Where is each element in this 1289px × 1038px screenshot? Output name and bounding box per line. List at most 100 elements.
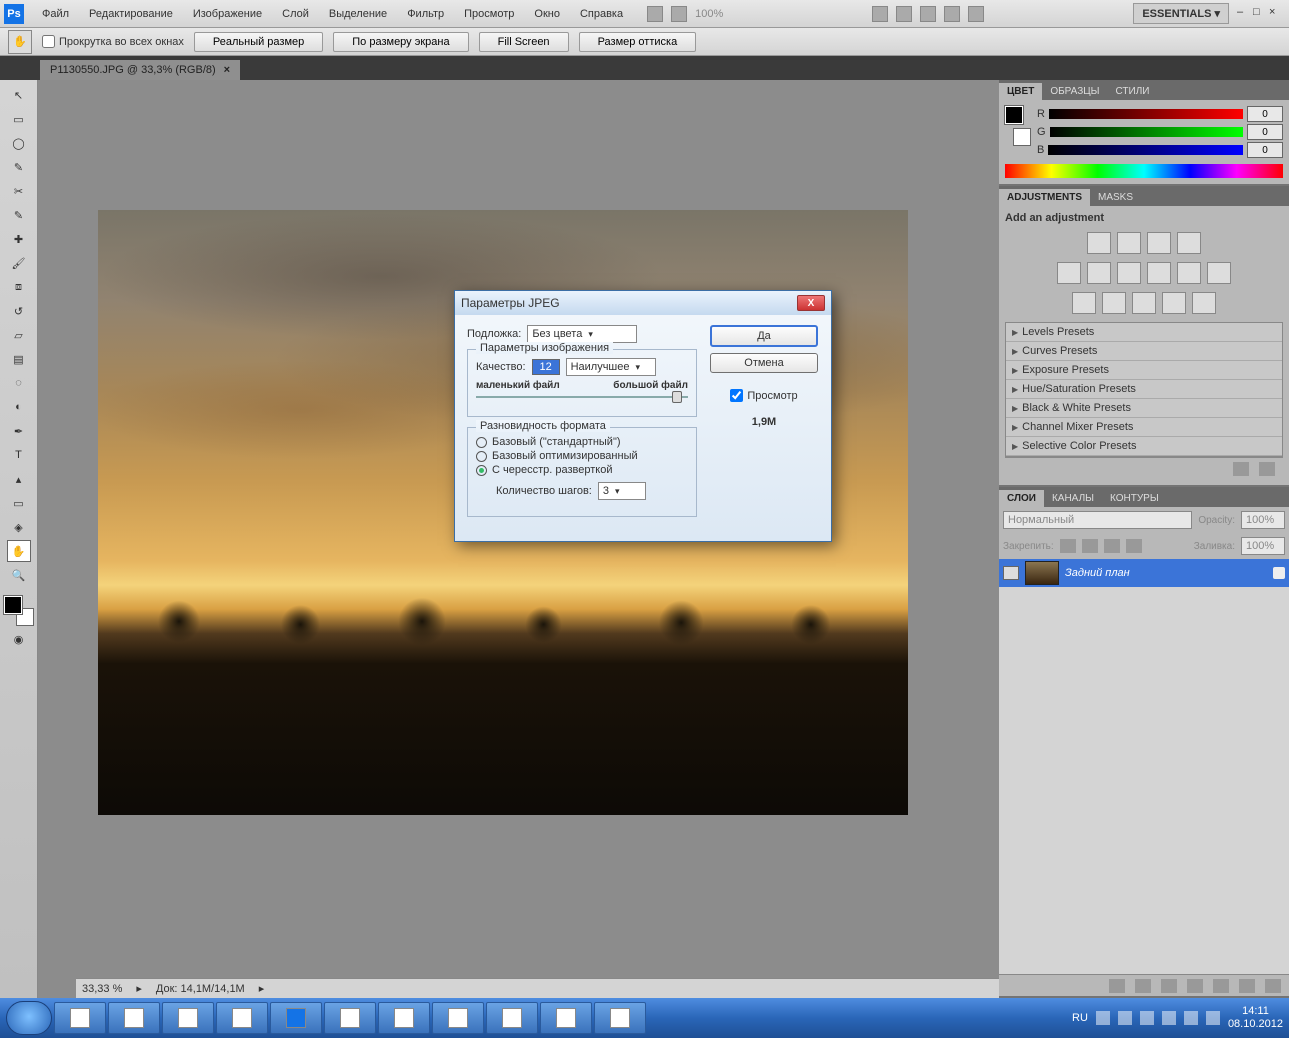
r-slider[interactable] bbox=[1049, 109, 1243, 119]
menu-edit[interactable]: Редактирование bbox=[79, 4, 183, 24]
vibrance-icon[interactable] bbox=[1057, 262, 1081, 284]
lock-pixels-icon[interactable] bbox=[1082, 539, 1098, 553]
g-slider[interactable] bbox=[1050, 127, 1243, 137]
layers-empty-area[interactable] bbox=[999, 587, 1289, 974]
levels-icon[interactable] bbox=[1117, 232, 1141, 254]
tray-volume-icon[interactable] bbox=[1206, 1011, 1220, 1025]
eraser-tool[interactable]: ▱ bbox=[7, 324, 31, 346]
brush-tool[interactable]: 🖌 bbox=[7, 252, 31, 274]
layer-thumbnail[interactable] bbox=[1025, 561, 1059, 585]
layer-name[interactable]: Задний план bbox=[1065, 567, 1130, 579]
adj-return-icon[interactable] bbox=[1233, 462, 1249, 476]
rotate-view-icon[interactable] bbox=[920, 6, 936, 22]
quality-slider[interactable]: маленький файл большой файл bbox=[476, 382, 688, 406]
fill-input[interactable]: 100% bbox=[1241, 537, 1285, 555]
language-indicator[interactable]: RU bbox=[1072, 1012, 1088, 1024]
curves-icon[interactable] bbox=[1147, 232, 1171, 254]
status-zoom[interactable]: 33,33 % bbox=[82, 983, 122, 995]
taskbar-app1[interactable] bbox=[216, 1002, 268, 1034]
tray-network-icon[interactable] bbox=[1118, 1011, 1132, 1025]
quality-preset-select[interactable]: Наилучшее bbox=[566, 358, 656, 376]
eyedropper-tool[interactable]: ✎ bbox=[7, 204, 31, 226]
crop-tool[interactable]: ✂ bbox=[7, 180, 31, 202]
channelmixer-icon[interactable] bbox=[1207, 262, 1231, 284]
shape-tool[interactable]: ▭ bbox=[7, 492, 31, 514]
actual-size-button[interactable]: Реальный размер bbox=[194, 32, 323, 52]
dialog-close-button[interactable]: X bbox=[797, 295, 825, 311]
lasso-tool[interactable]: ◯ bbox=[7, 132, 31, 154]
tab-swatches[interactable]: ОБРАЗЦЫ bbox=[1042, 83, 1107, 100]
tray-help-icon[interactable] bbox=[1096, 1011, 1110, 1025]
lock-all-icon[interactable] bbox=[1126, 539, 1142, 553]
quality-input[interactable] bbox=[532, 359, 560, 375]
matte-select[interactable]: Без цвета bbox=[527, 325, 637, 343]
ok-button[interactable]: Да bbox=[710, 325, 818, 347]
delete-layer-icon[interactable] bbox=[1265, 979, 1281, 993]
fit-screen-button[interactable]: По размеру экрана bbox=[333, 32, 468, 52]
start-button[interactable] bbox=[6, 1001, 52, 1035]
photofilter-icon[interactable] bbox=[1177, 262, 1201, 284]
foreground-color[interactable] bbox=[4, 596, 22, 614]
adj-trash-icon[interactable] bbox=[1259, 462, 1275, 476]
link-layers-icon[interactable] bbox=[1109, 979, 1125, 993]
invert-icon[interactable] bbox=[1072, 292, 1096, 314]
taskbar-photoshop[interactable] bbox=[270, 1002, 322, 1034]
taskbar-mail[interactable] bbox=[378, 1002, 430, 1034]
quick-select-tool[interactable]: ✎ bbox=[7, 156, 31, 178]
preset-hue[interactable]: Hue/Saturation Presets bbox=[1006, 380, 1282, 399]
healing-tool[interactable]: ✚ bbox=[7, 228, 31, 250]
hand-icon[interactable] bbox=[872, 6, 888, 22]
tab-layers[interactable]: СЛОИ bbox=[999, 490, 1044, 507]
colorbalance-icon[interactable] bbox=[1117, 262, 1141, 284]
zoom-icon[interactable] bbox=[896, 6, 912, 22]
b-slider[interactable] bbox=[1048, 145, 1243, 155]
taskbar-skype[interactable] bbox=[540, 1002, 592, 1034]
document-tab[interactable]: P1130550.JPG @ 33,3% (RGB/8) × bbox=[40, 60, 240, 80]
tray-clock[interactable]: 14:11 08.10.2012 bbox=[1228, 1005, 1283, 1031]
tray-antivirus-icon[interactable] bbox=[1162, 1011, 1176, 1025]
threshold-icon[interactable] bbox=[1132, 292, 1156, 314]
opacity-input[interactable]: 100% bbox=[1241, 511, 1285, 529]
taskbar-mediaplayer[interactable] bbox=[162, 1002, 214, 1034]
taskbar-explorer[interactable] bbox=[108, 1002, 160, 1034]
menu-image[interactable]: Изображение bbox=[183, 4, 272, 24]
layer-fx-icon[interactable] bbox=[1135, 979, 1151, 993]
panel-foreground-color[interactable] bbox=[1005, 106, 1023, 124]
menu-layer[interactable]: Слой bbox=[272, 4, 319, 24]
g-input[interactable] bbox=[1247, 124, 1283, 140]
tab-close-icon[interactable]: × bbox=[224, 64, 230, 76]
menu-file[interactable]: Файл bbox=[32, 4, 79, 24]
move-tool[interactable]: ↖ bbox=[7, 84, 31, 106]
tray-flag-icon[interactable] bbox=[1140, 1011, 1154, 1025]
radio-progressive[interactable]: С чересстр. разверткой bbox=[476, 464, 688, 476]
menu-help[interactable]: Справка bbox=[570, 4, 633, 24]
visibility-icon[interactable] bbox=[1003, 566, 1019, 580]
slider-thumb[interactable] bbox=[672, 391, 682, 403]
exposure-icon[interactable] bbox=[1177, 232, 1201, 254]
panel-background-color[interactable] bbox=[1013, 128, 1031, 146]
brightness-icon[interactable] bbox=[1087, 232, 1111, 254]
3d-tool[interactable]: ◈ bbox=[7, 516, 31, 538]
workspace-switcher[interactable]: ESSENTIALS ▾ bbox=[1133, 3, 1229, 24]
radio-baseline[interactable]: Базовый ("стандартный") bbox=[476, 436, 688, 448]
blur-tool[interactable]: ◌ bbox=[7, 372, 31, 394]
dialog-titlebar[interactable]: Параметры JPEG X bbox=[455, 291, 831, 315]
taskbar-app3[interactable] bbox=[594, 1002, 646, 1034]
lock-position-icon[interactable] bbox=[1104, 539, 1120, 553]
menu-window[interactable]: Окно bbox=[524, 4, 570, 24]
close-icon[interactable]: × bbox=[1269, 6, 1285, 22]
b-input[interactable] bbox=[1247, 142, 1283, 158]
menu-filter[interactable]: Фильтр bbox=[397, 4, 454, 24]
blend-mode-select[interactable]: Нормальный bbox=[1003, 511, 1192, 529]
new-layer-icon[interactable] bbox=[1239, 979, 1255, 993]
tab-paths[interactable]: КОНТУРЫ bbox=[1102, 490, 1167, 507]
taskbar-ie[interactable] bbox=[54, 1002, 106, 1034]
maximize-icon[interactable]: □ bbox=[1253, 6, 1269, 22]
tab-masks[interactable]: MASKS bbox=[1090, 189, 1141, 206]
tray-updates-icon[interactable] bbox=[1184, 1011, 1198, 1025]
current-tool-icon[interactable]: ✋ bbox=[8, 30, 32, 54]
type-tool[interactable]: T bbox=[7, 444, 31, 466]
preset-levels[interactable]: Levels Presets bbox=[1006, 323, 1282, 342]
quickmask-toggle[interactable]: ◉ bbox=[7, 628, 31, 650]
layer-mask-icon[interactable] bbox=[1161, 979, 1177, 993]
